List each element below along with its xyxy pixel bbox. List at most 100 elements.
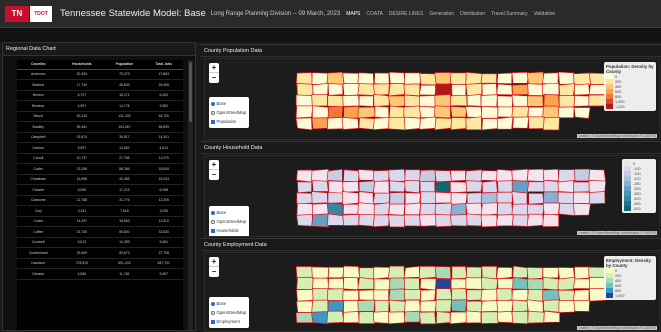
county-shape[interactable] xyxy=(527,310,545,324)
county-shape[interactable] xyxy=(372,192,390,204)
county-shape[interactable] xyxy=(558,83,576,97)
county-shape[interactable] xyxy=(327,277,344,290)
county-shape[interactable] xyxy=(373,289,390,302)
county-shape[interactable] xyxy=(572,278,591,289)
county-shape[interactable] xyxy=(296,276,314,290)
county-shape[interactable] xyxy=(434,105,451,119)
column-header[interactable]: Total Jobs xyxy=(144,60,183,70)
county-shape[interactable] xyxy=(496,83,513,96)
county-shape[interactable] xyxy=(311,277,330,290)
county-shape[interactable] xyxy=(435,214,453,228)
county-shape[interactable] xyxy=(480,300,498,313)
county-shape[interactable] xyxy=(588,94,605,107)
county-shape[interactable] xyxy=(466,213,482,227)
radio-icon[interactable] xyxy=(211,210,215,215)
county-shape[interactable] xyxy=(589,288,606,302)
county-shape[interactable] xyxy=(389,180,407,193)
county-shape[interactable] xyxy=(497,180,514,194)
county-shape[interactable] xyxy=(434,181,452,193)
county-shape[interactable] xyxy=(326,71,345,86)
county-shape[interactable] xyxy=(326,168,343,182)
county-shape[interactable] xyxy=(388,95,406,108)
county-shape[interactable] xyxy=(357,277,375,290)
county-shape[interactable] xyxy=(419,311,437,325)
county-shape[interactable] xyxy=(388,83,405,97)
county-shape[interactable] xyxy=(573,107,591,119)
county-shape[interactable] xyxy=(420,289,436,302)
county-shape[interactable] xyxy=(388,299,407,314)
county-shape[interactable] xyxy=(343,169,360,182)
county-shape[interactable] xyxy=(404,192,421,205)
county-shape[interactable] xyxy=(419,278,437,291)
county-shape[interactable] xyxy=(496,72,513,85)
county-shape[interactable] xyxy=(419,213,437,227)
county-shape[interactable] xyxy=(296,169,314,183)
layer-osm[interactable]: OpenStreetMap xyxy=(211,108,247,117)
radio-icon[interactable] xyxy=(211,310,215,315)
county-shape[interactable] xyxy=(434,170,453,183)
county-shape[interactable] xyxy=(357,299,376,312)
county-shape[interactable] xyxy=(342,72,360,85)
household-map[interactable]: + − Base OpenStreetMap Households 0 -100 -1… xyxy=(204,155,660,237)
county-shape[interactable] xyxy=(557,289,575,302)
county-shape[interactable] xyxy=(480,288,499,302)
county-shape[interactable] xyxy=(557,276,576,291)
county-shape[interactable] xyxy=(543,299,561,313)
county-shape[interactable] xyxy=(357,202,376,216)
county-shape[interactable] xyxy=(573,181,590,193)
zoom-in-button[interactable]: + xyxy=(209,63,219,73)
county-shape[interactable] xyxy=(403,83,421,97)
county-shape[interactable] xyxy=(388,288,406,302)
nav-desire-lines[interactable]: DESIRE LINES xyxy=(389,11,423,17)
county-shape[interactable] xyxy=(342,277,359,291)
nav-maps[interactable]: MAPS xyxy=(346,11,360,17)
county-shape[interactable] xyxy=(296,288,314,302)
radio-icon[interactable] xyxy=(211,219,215,224)
county-shape[interactable] xyxy=(465,116,482,131)
layer-households[interactable]: Households xyxy=(211,226,247,235)
county-shape[interactable] xyxy=(312,203,329,216)
county-shape[interactable] xyxy=(326,202,344,216)
county-shape[interactable] xyxy=(327,83,344,96)
county-shape[interactable] xyxy=(372,311,391,324)
radio-icon[interactable] xyxy=(211,101,215,106)
county-shape[interactable] xyxy=(311,266,330,280)
county-shape[interactable] xyxy=(388,311,406,325)
county-shape[interactable] xyxy=(358,214,375,227)
county-shape[interactable] xyxy=(435,299,452,313)
county-shape[interactable] xyxy=(511,94,529,108)
county-shape[interactable] xyxy=(480,276,499,291)
county-shape[interactable] xyxy=(373,72,390,86)
county-shape[interactable] xyxy=(388,71,406,85)
county-shape[interactable] xyxy=(343,311,360,324)
county-shape[interactable] xyxy=(496,202,514,216)
county-shape[interactable] xyxy=(543,191,561,205)
layer-osm[interactable]: OpenStreetMap xyxy=(211,217,247,226)
county-shape[interactable] xyxy=(404,180,420,194)
county-shape[interactable] xyxy=(434,191,453,204)
county-shape[interactable] xyxy=(403,105,422,119)
county-shape[interactable] xyxy=(450,170,467,182)
county-shape[interactable] xyxy=(542,213,560,227)
county-shape[interactable] xyxy=(388,214,405,228)
county-shape[interactable] xyxy=(374,105,390,119)
county-shape[interactable] xyxy=(511,105,530,118)
county-shape[interactable] xyxy=(574,168,591,182)
county-shape[interactable] xyxy=(465,83,483,97)
county-shape[interactable] xyxy=(481,83,498,97)
county-shape[interactable] xyxy=(434,94,453,108)
county-shape[interactable] xyxy=(543,94,560,108)
county-shape[interactable] xyxy=(542,82,560,96)
county-shape[interactable] xyxy=(326,116,344,130)
county-shape[interactable] xyxy=(434,72,452,85)
radio-icon[interactable] xyxy=(211,301,215,306)
county-shape[interactable] xyxy=(449,311,468,325)
county-shape[interactable] xyxy=(388,105,406,119)
county-shape[interactable] xyxy=(450,278,468,290)
county-shape[interactable] xyxy=(542,267,560,279)
county-shape[interactable] xyxy=(403,289,422,301)
county-shape[interactable] xyxy=(434,266,452,280)
county-shape[interactable] xyxy=(357,83,376,96)
county-shape[interactable] xyxy=(526,71,545,85)
county-shape[interactable] xyxy=(588,179,607,194)
